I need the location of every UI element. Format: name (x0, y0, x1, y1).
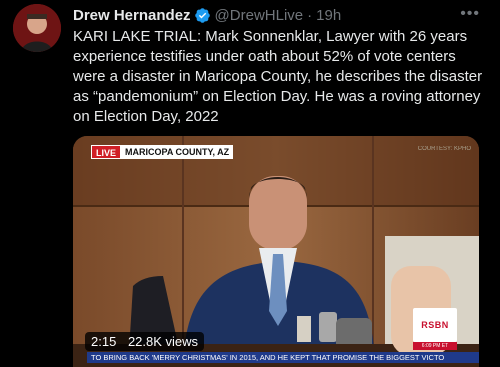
network-logo-text: RSBN (421, 320, 449, 330)
tweet-text: KARI LAKE TRIAL: Mark Sonnenklar, Lawyer… (73, 28, 483, 125)
tweet[interactable]: Drew Hernandez @DrewHLive · 19h ••• KARI… (0, 0, 500, 367)
timestamp[interactable]: 19h (316, 7, 341, 24)
video-player[interactable]: LIVE MARICOPA COUNTY, AZ COURTESY: KPHO … (73, 136, 479, 367)
network-time: 6:09 PM ET (413, 342, 457, 350)
courtesy-label: COURTESY: KPHO (417, 146, 471, 152)
verified-badge-icon (194, 7, 210, 23)
tweet-header: Drew Hernandez @DrewHLive · 19h ••• (73, 5, 480, 25)
author-handle[interactable]: @DrewHLive (215, 7, 304, 24)
video-info-badge: 2:15 22.8K views (85, 332, 205, 351)
video-views: 22.8K views (127, 334, 199, 349)
video-duration: 2:15 (91, 334, 117, 349)
network-logo: RSBN 6:09 PM ET (413, 308, 457, 350)
live-banner: LIVE MARICOPA COUNTY, AZ (91, 145, 234, 159)
more-icon[interactable]: ••• (460, 5, 480, 23)
author-name[interactable]: Drew Hernandez (73, 7, 191, 24)
avatar[interactable] (13, 4, 61, 52)
avatar-image (13, 4, 61, 52)
location-label: MARICOPA COUNTY, AZ (121, 145, 234, 159)
live-label: LIVE (91, 145, 122, 159)
news-ticker: TO BRING BACK 'MERRY CHRISTMAS' IN 2015,… (87, 352, 479, 363)
separator-dot: · (307, 6, 313, 24)
